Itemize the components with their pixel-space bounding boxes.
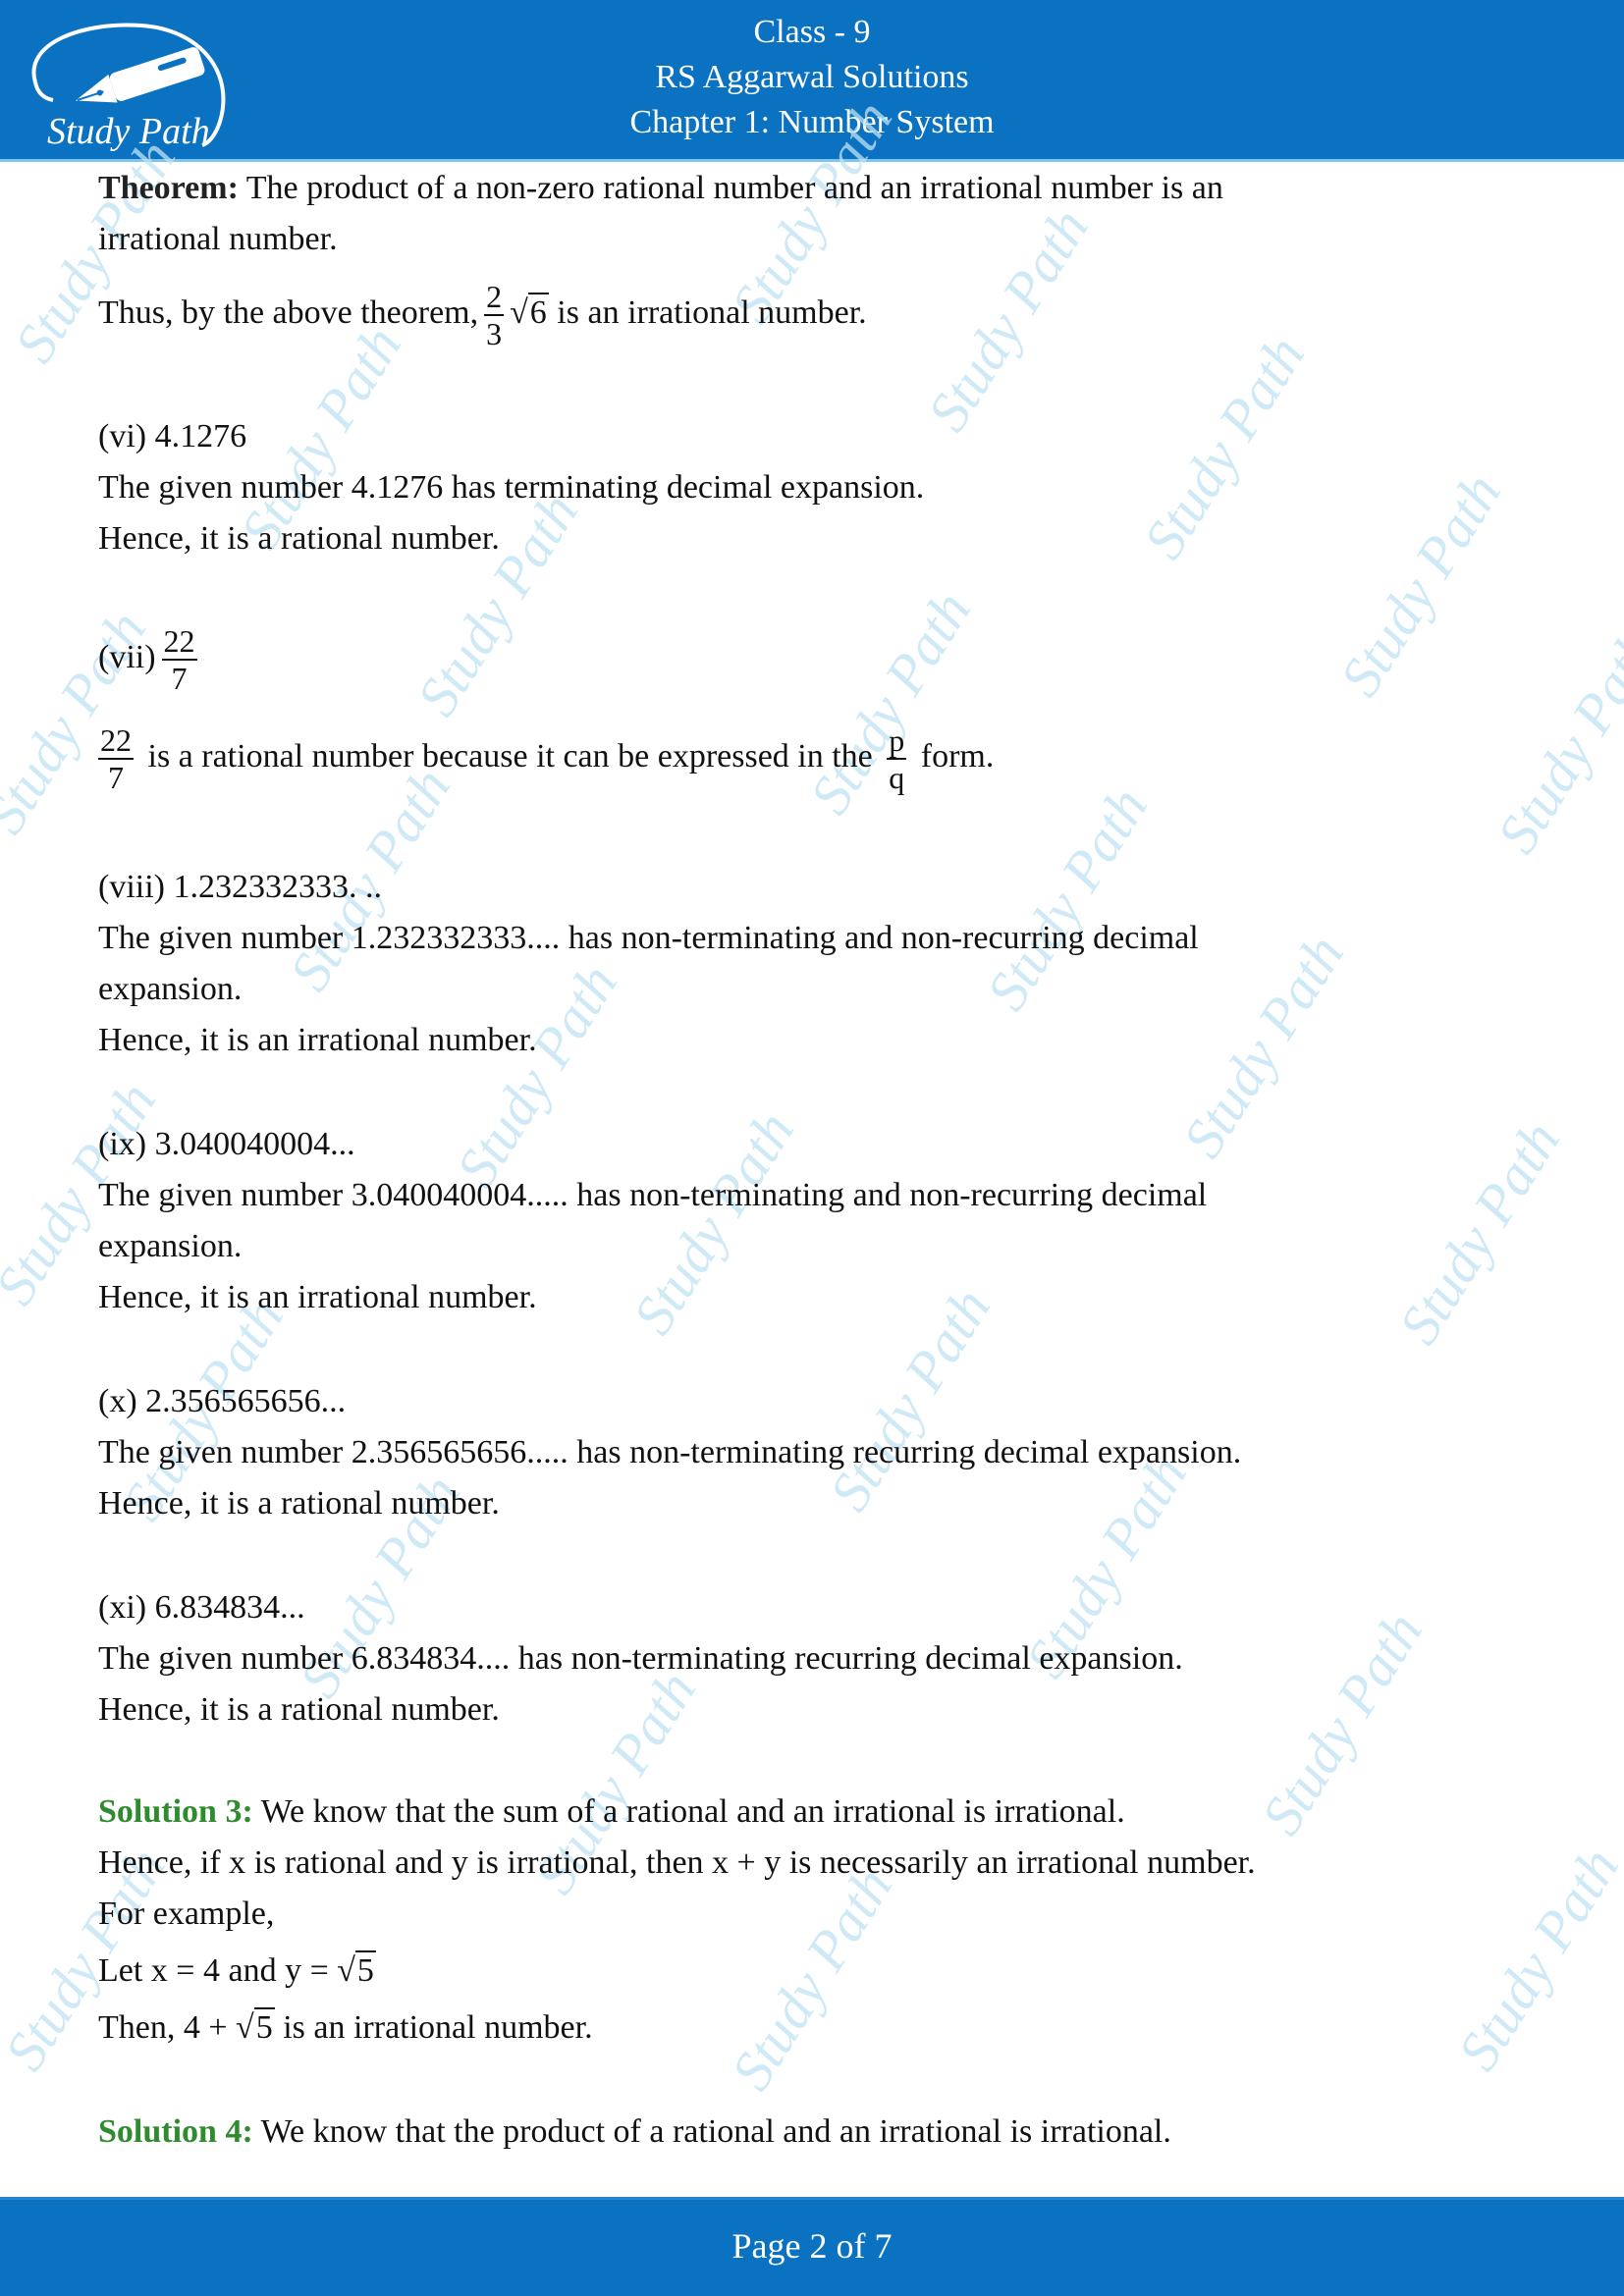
watermark: Study Path [620, 1100, 807, 1345]
solution-3-label: Solution 3: [98, 1793, 253, 1830]
watermark: Study Path [1326, 462, 1514, 707]
part-heading: (x) 2.356565656... [98, 1383, 347, 1419]
radicand: 6 [527, 293, 549, 331]
fraction-numerator: 2 [484, 279, 505, 317]
theorem-line-1: Theorem: The product of a non-zero ratio… [98, 169, 1223, 208]
fraction-22-7: 22 7 [98, 722, 134, 795]
fraction-22-7: 22 7 [161, 623, 197, 697]
fraction-2-3: 23 [484, 279, 505, 352]
part-line: expansion. [98, 971, 243, 1007]
fraction-denominator: 3 [486, 316, 503, 352]
sqrt-5: √5 [337, 1950, 376, 1991]
radical-icon: √ [236, 2009, 254, 2046]
part-label: (vii) [98, 639, 156, 675]
watermark: Study Path [443, 953, 630, 1198]
radicand: 5 [253, 2007, 275, 2046]
watermark: Study Path [1444, 1837, 1624, 2081]
fraction-numerator: p [887, 722, 907, 761]
watermark: Study Path [914, 197, 1102, 442]
sqrt-6: √6 [510, 273, 549, 353]
theorem-line-2: irrational number. [98, 221, 338, 257]
let-prefix: Let x = 4 and y = [98, 1952, 338, 1989]
watermark: Study Path [404, 482, 591, 726]
solution-line-then: Then, 4 + √5 is an irrational number. [98, 2007, 593, 2048]
page-footer: Page 2 of 7 [0, 2197, 1624, 2296]
sqrt-5: √5 [236, 2007, 275, 2048]
header-titles: Class - 9 RS Aggarwal Solutions Chapter … [0, 10, 1624, 145]
class-title: Class - 9 [753, 14, 871, 50]
watermark: Study Path [1169, 924, 1357, 1168]
fraction-denominator: q [889, 760, 905, 796]
part-line: The given number 3.040040004..... has no… [98, 1177, 1208, 1213]
part-heading-vii: (vii) 22 7 [98, 618, 203, 697]
part-heading: (viii) 1.232332333. .. [98, 869, 382, 905]
part-line: Hence, it is an irrational number. [98, 1022, 537, 1058]
part-line: Hence, it is a rational number. [98, 520, 500, 557]
solution-line: For example, [98, 1896, 275, 1932]
watermark: Study Path [718, 1856, 905, 2101]
part-line: The given number 1.232332333.... has non… [98, 920, 1199, 956]
watermark: Study Path [1248, 1601, 1435, 1845]
fraction-p-q: pq [887, 722, 907, 796]
book-title: RS Aggarwal Solutions [655, 59, 969, 95]
part-body-suffix: form. [912, 738, 995, 774]
part-heading: (xi) 6.834834... [98, 1589, 305, 1626]
solution-4-intro: Solution 4: We know that the product of … [98, 2112, 1171, 2152]
radical-icon: √ [510, 294, 528, 331]
part-body-text: is a rational number because it can be e… [139, 738, 882, 774]
part-body-vii: 22 7 is a rational number because it can … [92, 717, 994, 797]
part-line: The given number 6.834834.... has non-te… [98, 1640, 1183, 1677]
part-line: Hence, it is an irrational number. [98, 1279, 537, 1315]
fraction-numerator: 22 [161, 623, 197, 662]
solution-3-intro: Solution 3: We know that the sum of a ra… [98, 1792, 1125, 1832]
watermark: Study Path [1484, 619, 1624, 864]
theorem-label: Theorem: [98, 170, 239, 206]
fraction-numerator: 22 [98, 722, 134, 761]
part-line: The given number 2.356565656..... has no… [98, 1434, 1242, 1470]
watermark: Study Path [1130, 325, 1318, 569]
then-prefix: Then, 4 + [98, 2009, 237, 2046]
solution-4-label: Solution 4: [98, 2113, 253, 2150]
chapter-title: Chapter 1: Number System [629, 104, 995, 140]
fraction-denominator: 7 [108, 760, 124, 796]
conclusion-suffix: is an irrational number. [548, 294, 867, 331]
solution-3-text: We know that the sum of a rational and a… [252, 1793, 1125, 1830]
part-line: The given number 4.1276 has terminating … [98, 469, 925, 506]
radicand: 5 [354, 1950, 376, 1989]
part-line: Hence, it is a rational number. [98, 1485, 500, 1522]
watermark: Study Path [1385, 1110, 1573, 1355]
then-suffix: is an irrational number. [274, 2009, 593, 2046]
conclusion-prefix: Thus, by the above theorem, [98, 294, 479, 331]
page-number: Page 2 of 7 [731, 2226, 893, 2266]
fraction-denominator: 7 [171, 661, 188, 697]
part-heading: (vi) 4.1276 [98, 418, 247, 454]
theorem-conclusion: Thus, by the above theorem, 2 3 √6 is an ir… [98, 273, 867, 353]
watermark: Study Path [816, 1277, 1003, 1522]
solution-line-let: Let x = 4 and y = √5 [98, 1950, 376, 1991]
part-heading: (ix) 3.040040004... [98, 1126, 355, 1162]
theorem-text: The product of a non-zero rational numbe… [238, 170, 1223, 206]
part-line: expansion. [98, 1228, 243, 1264]
solution-4-text: We know that the product of a rational a… [252, 2113, 1171, 2150]
watermark: Study Path [973, 776, 1161, 1021]
solution-line: Hence, if x is rational and y is irratio… [98, 1844, 1256, 1881]
part-line: Hence, it is a rational number. [98, 1691, 500, 1728]
radical-icon: √ [337, 1952, 355, 1989]
page-header: Study Path Class - 9 RS Aggarwal Solutio… [0, 0, 1624, 162]
